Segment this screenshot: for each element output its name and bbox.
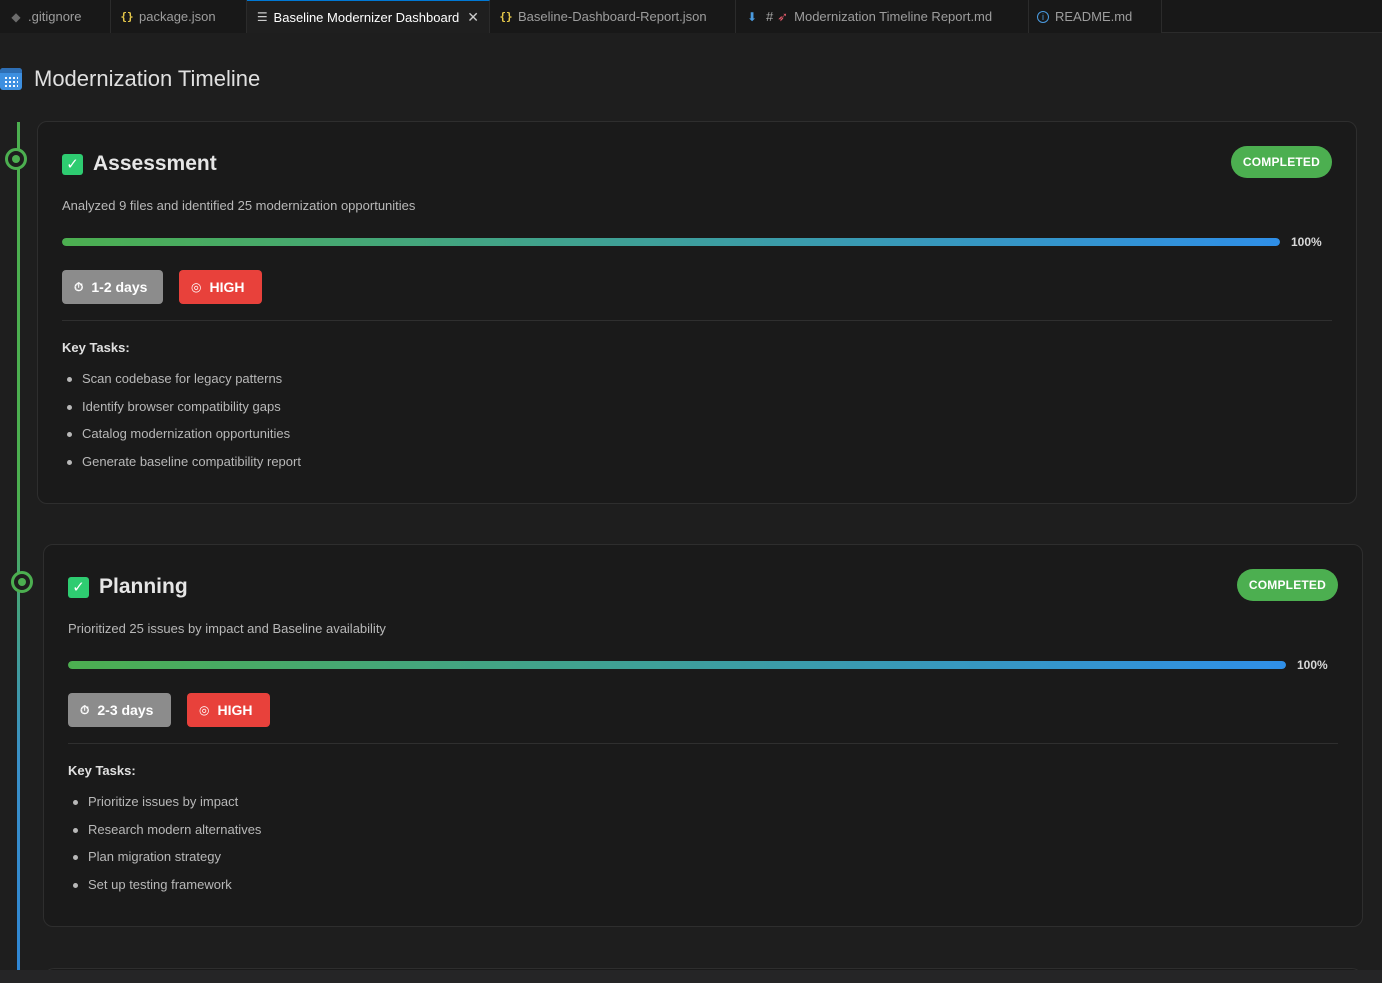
phase-title: Planning — [99, 575, 188, 598]
timeline-line — [17, 122, 20, 972]
phase-card-planning: ✓ Planning COMPLETED Prioritized 25 issu… — [43, 544, 1363, 927]
tab-label: .gitignore — [28, 9, 82, 24]
target-icon: ◎ — [191, 280, 202, 294]
priority-label: HIGH — [209, 279, 245, 295]
task-list: Scan codebase for legacy patterns Identi… — [62, 369, 301, 480]
checkbox-icon: ✓ — [62, 153, 83, 175]
editor-tab-bar: ◆ .gitignore {} package.json ☰ Baseline … — [0, 0, 1382, 33]
list-item: Prioritize issues by impact — [68, 792, 261, 820]
duration-label: 1-2 days — [91, 279, 148, 295]
duration-label: 2-3 days — [97, 702, 154, 718]
info-icon: i — [1037, 10, 1049, 23]
progress-percent: 100% — [1297, 658, 1328, 672]
phase-description: Prioritized 25 issues by impact and Base… — [68, 621, 386, 636]
timeline-dot — [5, 148, 27, 170]
timeline-dot — [11, 571, 33, 593]
close-icon[interactable]: ✕ — [467, 9, 479, 26]
rocket-icon: ➶ — [777, 8, 789, 24]
progress-fill — [68, 661, 1286, 669]
duration-chip: ⏱ 1-2 days — [62, 270, 163, 304]
page-title-text: Modernization Timeline — [34, 66, 261, 91]
bottom-edge — [0, 970, 1382, 983]
stopwatch-icon: ⏱ — [80, 702, 90, 717]
json-icon: {} — [120, 10, 134, 23]
list-item: Catalog modernization opportunities — [62, 424, 301, 452]
tab-label: package.json — [139, 9, 216, 24]
tab-timeline-report-md[interactable]: ⬇ # ➶ Modernization Timeline Report.md — [736, 0, 1029, 33]
tab-gitignore[interactable]: ◆ .gitignore — [0, 0, 111, 33]
phase-description: Analyzed 9 files and identified 25 moder… — [62, 198, 416, 213]
tab-package-json[interactable]: {} package.json — [111, 0, 247, 33]
hash-icon: # — [766, 9, 774, 24]
list-item: Research modern alternatives — [68, 820, 261, 848]
priority-chip: ◎ HIGH — [187, 693, 270, 727]
list-item: Scan codebase for legacy patterns — [62, 369, 301, 397]
divider — [62, 320, 1332, 321]
progress-bar — [62, 238, 1280, 246]
phase-header: ✓ Assessment — [62, 152, 217, 176]
status-badge: COMPLETED — [1230, 146, 1332, 178]
priority-chip: ◎ HIGH — [179, 270, 262, 304]
duration-chip: ⏱ 2-3 days — [68, 693, 171, 727]
progress-percent: 100% — [1291, 235, 1322, 249]
tab-label: Baseline Modernizer Dashboard — [273, 9, 460, 25]
markdown-icon: ⬇ — [746, 9, 758, 24]
checkbox-icon: ✓ — [68, 576, 89, 598]
phase-title: Assessment — [93, 152, 217, 175]
dashboard-content: Modernization Timeline ✓ Assessment COMP… — [0, 34, 1382, 972]
tab-label: Modernization Timeline Report.md — [794, 9, 993, 24]
tab-baseline-dashboard[interactable]: ☰ Baseline Modernizer Dashboard ✕ — [247, 0, 490, 33]
phase-card-assessment: ✓ Assessment COMPLETED Analyzed 9 files … — [37, 121, 1357, 504]
progress-fill — [62, 238, 1280, 246]
stopwatch-icon: ⏱ — [74, 279, 84, 294]
list-item: Identify browser compatibility gaps — [62, 397, 301, 425]
status-badge: COMPLETED — [1236, 569, 1338, 601]
progress-bar — [68, 661, 1286, 669]
tab-readme[interactable]: i README.md — [1029, 0, 1162, 33]
calendar-icon — [0, 68, 22, 90]
page-title: Modernization Timeline — [0, 66, 260, 92]
tab-label: README.md — [1055, 9, 1133, 24]
tab-label: Baseline-Dashboard-Report.json — [518, 9, 707, 24]
list-item: Plan migration strategy — [68, 847, 261, 875]
preview-icon: ☰ — [256, 10, 268, 24]
priority-label: HIGH — [217, 702, 253, 718]
target-icon: ◎ — [199, 703, 210, 717]
tab-dashboard-report-json[interactable]: {} Baseline-Dashboard-Report.json — [490, 0, 736, 33]
json-icon: {} — [499, 10, 513, 23]
tasks-heading: Key Tasks: — [62, 340, 130, 355]
tasks-heading: Key Tasks: — [68, 763, 136, 778]
list-item: Generate baseline compatibility report — [62, 452, 301, 480]
divider — [68, 743, 1338, 744]
git-icon: ◆ — [11, 9, 21, 24]
phase-header: ✓ Planning — [68, 575, 188, 599]
list-item: Set up testing framework — [68, 875, 261, 903]
task-list: Prioritize issues by impact Research mod… — [68, 792, 261, 903]
